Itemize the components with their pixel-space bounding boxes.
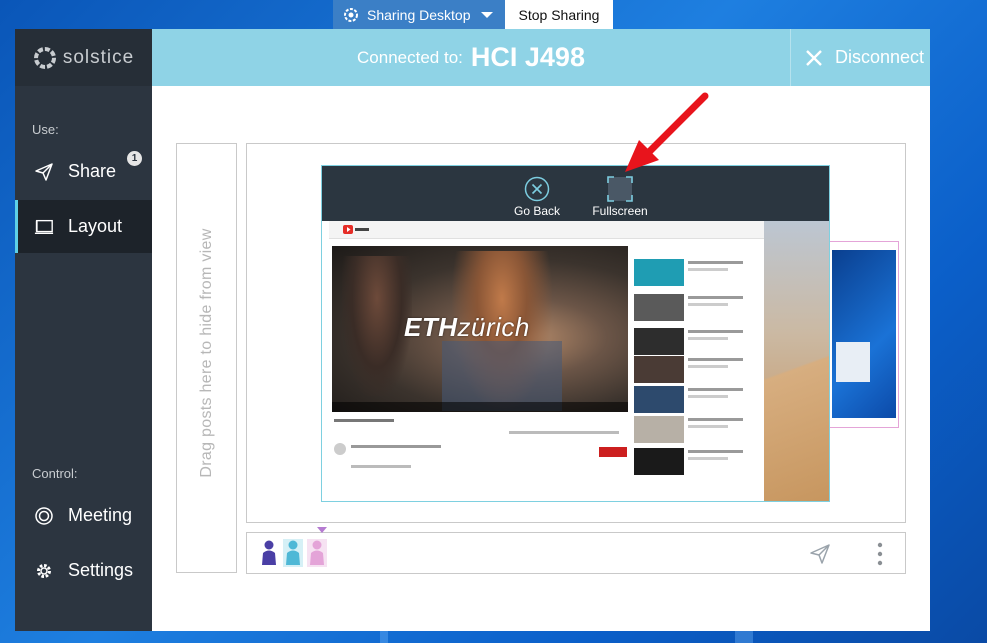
connected-prefix: Connected to: bbox=[357, 47, 463, 67]
shared-post[interactable]: ETHzürich Go Back Fullscreen bbox=[321, 165, 830, 502]
control-section-label: Control: bbox=[32, 466, 78, 481]
recommendation-title bbox=[688, 358, 743, 361]
sidebar-item-label: Share bbox=[68, 161, 117, 181]
subscribe-button bbox=[599, 447, 627, 457]
connection-header: Connected to: HCI J498 Disconnect bbox=[152, 29, 930, 86]
recommendation-title bbox=[688, 418, 743, 421]
recommendation-meta bbox=[688, 395, 728, 398]
recommendation-thumbnail bbox=[634, 259, 684, 286]
red-arrow-annotation bbox=[625, 92, 709, 172]
desktop-screen-preview bbox=[832, 250, 896, 418]
recommendation-meta bbox=[688, 303, 728, 306]
recommendation-thumbnail bbox=[634, 448, 684, 475]
recommendation-thumbnail bbox=[634, 356, 684, 383]
recommendation-thumbnail bbox=[634, 416, 684, 443]
use-section-label: Use: bbox=[32, 122, 59, 137]
video-controls-bar bbox=[332, 402, 628, 412]
logo-text: solstice bbox=[62, 46, 135, 68]
desktop-post-thumbnail[interactable] bbox=[827, 241, 899, 428]
share-count-badge: 1 bbox=[127, 151, 142, 166]
recommendation-thumbnail bbox=[634, 294, 684, 321]
youtube-toolbar bbox=[329, 221, 764, 239]
sidebar-item-label: Meeting bbox=[68, 505, 133, 525]
eth-watermark-bold: ETH bbox=[404, 312, 458, 342]
gear-icon bbox=[34, 561, 54, 581]
send-icon bbox=[34, 162, 54, 182]
solstice-sharing-icon bbox=[344, 7, 358, 22]
drag-hint-text: Drag posts here to hide from view bbox=[198, 228, 215, 478]
recommendation-title bbox=[688, 330, 743, 333]
solstice-logo-icon bbox=[33, 46, 56, 69]
user-avatar-icon[interactable] bbox=[259, 539, 279, 567]
solstice-window: solstice Use: Share 1 Layout Control: Me… bbox=[15, 29, 930, 631]
chevron-down-icon bbox=[481, 11, 493, 18]
channel-avatar bbox=[334, 443, 346, 455]
video-player: ETHzürich bbox=[332, 246, 628, 412]
desktop-background-streak bbox=[380, 630, 388, 643]
channel-name-line bbox=[351, 445, 441, 448]
solstice-logo: solstice bbox=[15, 29, 152, 86]
recommendation-thumbnail bbox=[634, 386, 684, 413]
close-icon bbox=[806, 49, 822, 66]
preview-window bbox=[836, 342, 870, 382]
post-controls-overlay: Go Back Fullscreen bbox=[322, 166, 829, 221]
user-avatar-icon[interactable] bbox=[307, 539, 327, 567]
sidebar: solstice Use: Share 1 Layout Control: Me… bbox=[15, 29, 152, 631]
sidebar-item-meeting[interactable]: Meeting bbox=[15, 489, 152, 542]
go-back-label: Go Back bbox=[513, 204, 561, 218]
sidebar-item-share[interactable]: Share 1 bbox=[15, 145, 152, 198]
sharing-toolbar: Sharing Desktop Stop Sharing bbox=[333, 0, 613, 29]
recommendation-title bbox=[688, 261, 743, 264]
close-circle-icon bbox=[524, 176, 550, 202]
room-name: HCI J498 bbox=[470, 42, 585, 72]
stop-sharing-button[interactable]: Stop Sharing bbox=[505, 0, 613, 29]
recommendation-thumbnail bbox=[634, 328, 684, 355]
recommendations-list bbox=[634, 241, 764, 485]
desert-dune bbox=[764, 281, 829, 501]
eth-watermark: ETHzürich bbox=[404, 312, 530, 343]
youtube-page-preview: ETHzürich bbox=[329, 221, 764, 485]
user-avatar-icon[interactable] bbox=[283, 539, 303, 567]
recommendation-title bbox=[688, 388, 743, 391]
recommendation-meta bbox=[688, 268, 728, 271]
sharing-desktop-label: Sharing Desktop bbox=[367, 6, 471, 23]
video-shirt bbox=[442, 341, 562, 411]
sidebar-item-label: Layout bbox=[68, 216, 123, 236]
layout-icon bbox=[34, 217, 54, 237]
sidebar-item-label: Settings bbox=[68, 560, 134, 580]
recommendation-title bbox=[688, 450, 743, 453]
recommendation-title bbox=[688, 296, 743, 299]
recommendation-meta bbox=[688, 365, 728, 368]
meeting-icon bbox=[34, 506, 54, 526]
hide-posts-drop-zone[interactable]: Drag posts here to hide from view bbox=[176, 143, 237, 573]
desktop-background-streak bbox=[735, 630, 753, 643]
disconnect-label: Disconnect bbox=[835, 47, 925, 67]
connection-status: Connected to: HCI J498 bbox=[152, 29, 790, 86]
send-icon[interactable] bbox=[809, 543, 831, 565]
video-person-left bbox=[342, 256, 412, 396]
video-title-line bbox=[334, 419, 394, 422]
recommendation-meta bbox=[688, 457, 728, 460]
desktop-wallpaper-preview bbox=[764, 221, 829, 501]
youtube-logo-icon bbox=[343, 225, 369, 234]
recommendation-meta bbox=[688, 425, 728, 428]
disconnect-button[interactable]: Disconnect bbox=[790, 29, 930, 86]
video-actions-line bbox=[509, 431, 619, 434]
eth-watermark-light: zürich bbox=[457, 312, 530, 342]
active-user-marker bbox=[317, 527, 327, 533]
go-back-button[interactable]: Go Back bbox=[506, 176, 568, 218]
sharing-desktop-dropdown[interactable]: Sharing Desktop bbox=[333, 0, 505, 29]
recommendation-meta bbox=[688, 337, 728, 340]
sidebar-item-layout[interactable]: Layout bbox=[15, 200, 152, 253]
more-options-icon[interactable] bbox=[877, 542, 883, 566]
layout-bottom-bar bbox=[246, 527, 906, 574]
description-line bbox=[351, 465, 411, 468]
fullscreen-label: Fullscreen bbox=[592, 204, 648, 218]
sidebar-item-settings[interactable]: Settings bbox=[15, 544, 152, 597]
